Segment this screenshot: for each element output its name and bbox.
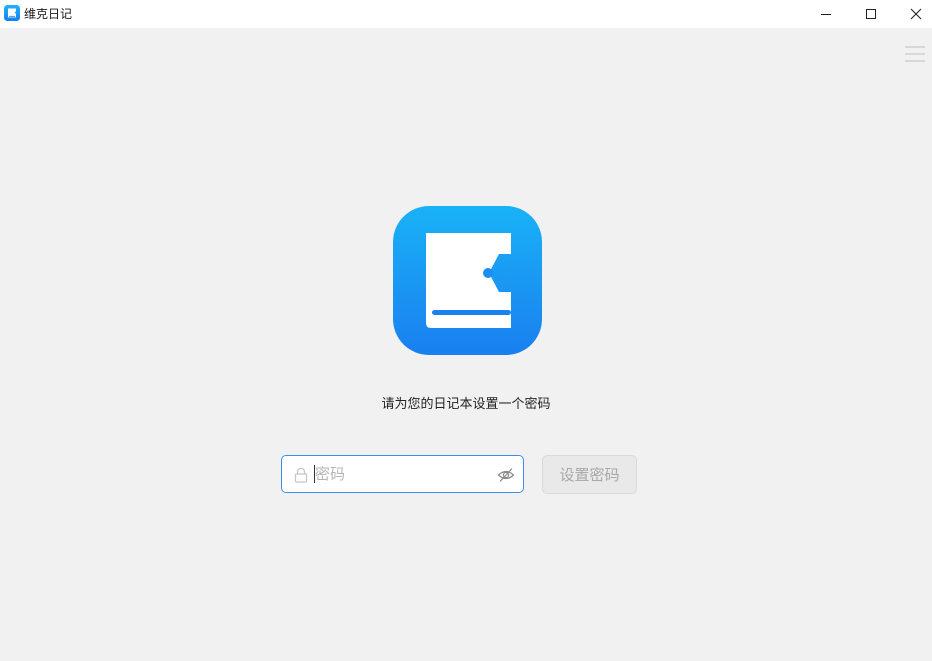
maximize-icon <box>866 9 876 19</box>
password-field[interactable] <box>281 455 524 493</box>
eye-slash-icon[interactable] <box>497 466 515 484</box>
diary-book-logo <box>393 206 542 355</box>
title-bar[interactable]: 维克日记 <box>0 0 932 28</box>
close-icon <box>910 8 922 20</box>
minimize-button[interactable] <box>803 0 849 28</box>
close-button[interactable] <box>893 0 932 28</box>
lock-icon <box>294 467 308 483</box>
maximize-button[interactable] <box>848 0 894 28</box>
set-password-button[interactable]: 设置密码 <box>542 455 637 494</box>
set-password-prompt: 请为您的日记本设置一个密码 <box>381 397 551 412</box>
password-input[interactable] <box>315 456 485 492</box>
window-title: 维克日记 <box>24 7 73 21</box>
diary-book-icon <box>4 5 20 21</box>
app-window: 维克日记 请为您的日记本设置一个密码 设置密码 <box>0 0 932 661</box>
hamburger-menu-icon[interactable] <box>904 44 926 64</box>
minimize-icon <box>821 14 831 15</box>
